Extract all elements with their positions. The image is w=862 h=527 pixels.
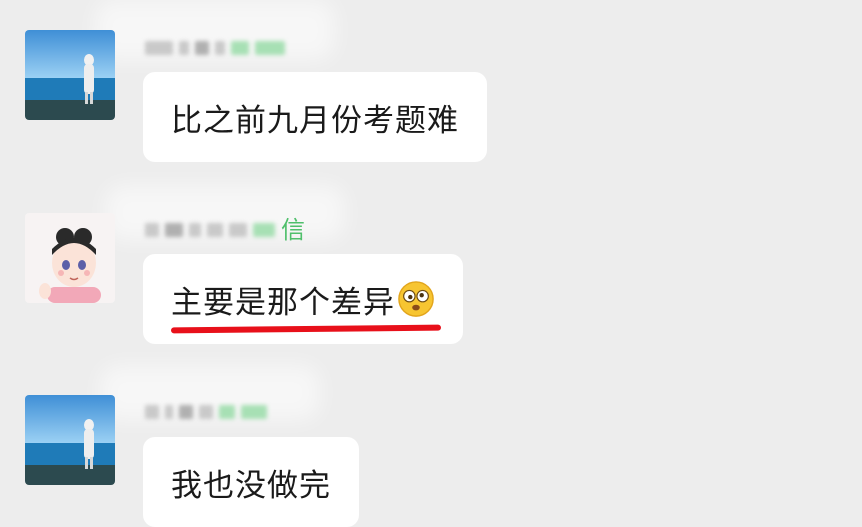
avatar[interactable] [25, 30, 115, 120]
seaside-person-icon [25, 395, 115, 485]
message-bubble[interactable]: 主要是那个差异 [143, 254, 463, 344]
sender-name: 信 [145, 216, 305, 244]
sender-name [145, 398, 267, 426]
avatar[interactable] [25, 213, 115, 303]
red-underline-annotation [170, 324, 442, 333]
sender-name-suffix: 信 [281, 216, 305, 244]
message-text: 比之前九月份考题难 [171, 102, 459, 139]
message-text: 主要是那个差异 [171, 284, 395, 321]
avatar[interactable] [25, 395, 115, 485]
chat-window: 比之前九月份考题难 信 主要是那个差异 我也没做完 [0, 0, 862, 527]
dizzy-face-emoji-icon [398, 281, 434, 317]
underlined-message: 主要是那个差异 [170, 277, 442, 333]
message-text: 我也没做完 [171, 467, 331, 504]
message-bubble[interactable]: 我也没做完 [143, 437, 359, 527]
sender-name [145, 34, 285, 62]
message-bubble[interactable]: 比之前九月份考题难 [143, 72, 487, 162]
anime-girl-icon [25, 213, 115, 303]
seaside-person-icon [25, 30, 115, 120]
